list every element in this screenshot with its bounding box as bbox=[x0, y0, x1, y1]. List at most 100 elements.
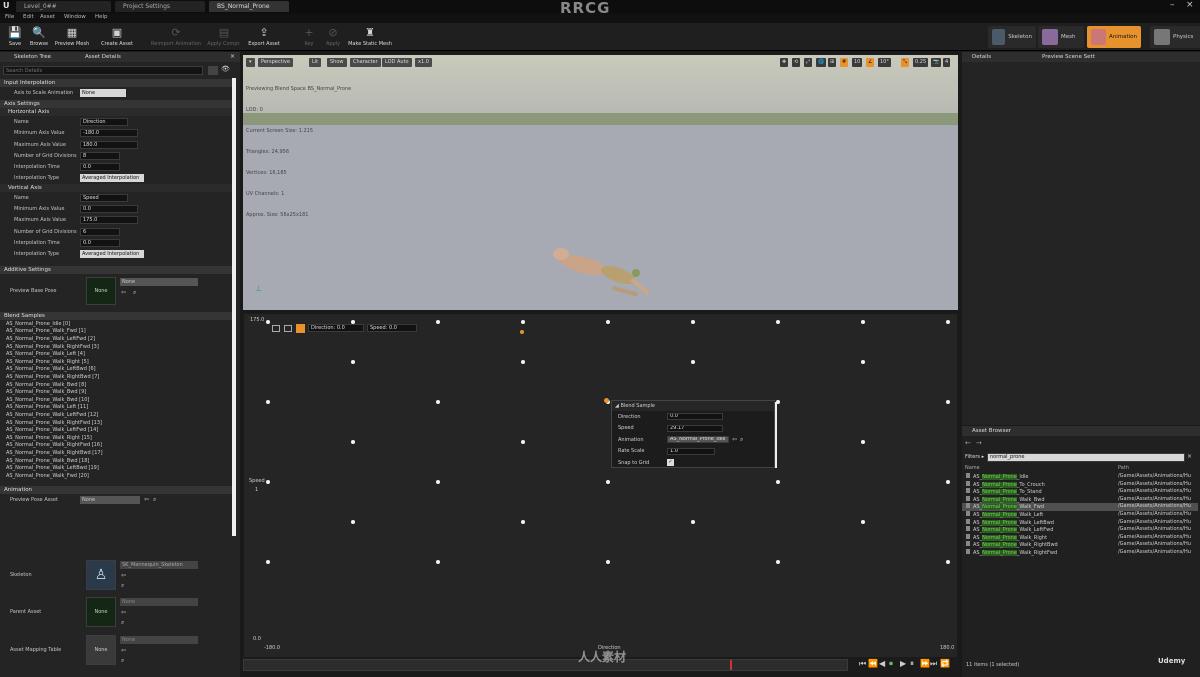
blend-sample-item[interactable]: AS_Normal_Prone_Walk_LeftFwd [2] bbox=[0, 336, 232, 344]
scale-snap-value[interactable]: 0.25 bbox=[913, 58, 929, 67]
grid-point[interactable] bbox=[521, 360, 525, 364]
blend-sample-item[interactable]: AS_Normal_Prone_Walk_LeftBwd [19] bbox=[0, 465, 232, 473]
grid-point[interactable] bbox=[691, 520, 695, 524]
grid-point[interactable] bbox=[436, 480, 440, 484]
grid-point[interactable] bbox=[606, 480, 610, 484]
rotate-icon[interactable]: ⟲ bbox=[792, 58, 801, 67]
grid-point[interactable] bbox=[266, 400, 270, 404]
mode-physics[interactable]: Physics bbox=[1150, 26, 1200, 48]
minimize-button[interactable]: – bbox=[1170, 0, 1175, 10]
world-icon[interactable]: 🌐 bbox=[816, 58, 827, 67]
reimport-button[interactable]: ⟳ Reimport Animation bbox=[148, 25, 204, 49]
asset-row[interactable]: AS_Normal_Prone_To_Crouch/Game/Assets/An… bbox=[962, 480, 1198, 489]
browse-button[interactable]: 🔍 Browse bbox=[24, 25, 54, 49]
grid-point[interactable] bbox=[436, 560, 440, 564]
asset-row[interactable]: AS_Normal_Prone_To_Stand/Game/Assets/Ani… bbox=[962, 488, 1198, 496]
grid-point[interactable] bbox=[521, 520, 525, 524]
grid-point[interactable] bbox=[351, 440, 355, 444]
grid-point[interactable] bbox=[606, 560, 610, 564]
blend-sample-item[interactable]: AS_Normal_Prone_Walk_Right [15] bbox=[0, 435, 232, 443]
use-arrow-icon[interactable]: ⇦ bbox=[121, 289, 126, 296]
browse-search-icon[interactable]: ⌕ bbox=[121, 619, 124, 627]
step-back-icon[interactable]: ⏪ bbox=[868, 659, 878, 668]
column-name-header[interactable]: Name bbox=[965, 465, 980, 471]
step-forward-icon[interactable]: ⏩ bbox=[920, 659, 930, 668]
blend-sample-item[interactable]: AS_Normal_Prone_Walk_RightBwd [7] bbox=[0, 374, 232, 382]
grid-point[interactable] bbox=[946, 480, 950, 484]
translate-icon[interactable]: ✥ bbox=[780, 58, 789, 67]
preview-mesh-button[interactable]: ▦ Preview Mesh bbox=[54, 25, 90, 49]
rotation-snap-icon[interactable]: ∠ bbox=[866, 58, 875, 67]
blend-sample-item[interactable]: AS_Normal_Prone_Walk_Bwd [10] bbox=[0, 397, 232, 405]
grid-point[interactable] bbox=[606, 320, 610, 324]
blend-sample-item[interactable]: AS_Normal_Prone_Walk_RightFwd [16] bbox=[0, 442, 232, 450]
menu-file[interactable]: File bbox=[5, 14, 14, 20]
menu-asset[interactable]: Asset bbox=[40, 14, 55, 20]
h-name-field[interactable]: Direction bbox=[80, 117, 128, 126]
parent-asset-thumb[interactable]: None bbox=[86, 597, 116, 627]
asset-row[interactable]: AS_Normal_Prone_Walk_LeftFwd/Game/Assets… bbox=[962, 526, 1198, 534]
grid-point[interactable] bbox=[351, 320, 355, 324]
skeleton-dropdown[interactable]: SK_Mannequin_Skeleton bbox=[120, 561, 198, 569]
filters-button[interactable]: Filters ▸ bbox=[965, 454, 984, 460]
mode-mesh[interactable]: Mesh bbox=[1038, 26, 1084, 48]
popup-direction-field[interactable]: 0.0 bbox=[667, 413, 723, 421]
popup-animation-dropdown[interactable]: AS_Normal_Prone_Idle bbox=[667, 436, 729, 444]
grid-point[interactable] bbox=[521, 440, 525, 444]
triangulation-icon[interactable] bbox=[284, 325, 292, 332]
section-axis-settings[interactable]: Axis Settings bbox=[0, 100, 232, 109]
asset-row[interactable]: AS_Normal_Prone_Walk_RightBwd/Game/Asset… bbox=[962, 541, 1198, 549]
h-max-field[interactable]: 180.0 bbox=[80, 140, 138, 149]
h-div-field[interactable]: 8 bbox=[80, 151, 120, 160]
grid-point[interactable] bbox=[861, 360, 865, 364]
browse-search-icon[interactable]: ⌕ bbox=[121, 582, 124, 590]
asset-row[interactable]: AS_Normal_Prone_Walk_Left/Game/Assets/An… bbox=[962, 510, 1198, 519]
popup-speed-field[interactable]: 29.17 bbox=[667, 424, 723, 432]
v-type-dropdown[interactable]: Averaged Interpolation bbox=[80, 250, 144, 259]
v-max-field[interactable]: 175.0 bbox=[80, 216, 138, 225]
grid-point[interactable] bbox=[351, 360, 355, 364]
viewport-menu-button[interactable]: ▾ bbox=[246, 58, 255, 67]
blend-sample-item[interactable]: AS_Normal_Prone_Walk_Fwd [1] bbox=[0, 328, 232, 336]
grid-point[interactable] bbox=[776, 560, 780, 564]
lod-button[interactable]: LOD Auto bbox=[382, 58, 412, 67]
blend-space-editor[interactable]: 175.0 Direction: 0.0 Speed: 0.0 Speed 1 … bbox=[243, 313, 958, 658]
grid-size-value[interactable]: 10 bbox=[852, 58, 863, 67]
grid-point[interactable] bbox=[776, 320, 780, 324]
browse-search-icon[interactable]: ⌕ bbox=[740, 436, 743, 444]
rotation-snap-value[interactable]: 10° bbox=[878, 58, 891, 67]
preview-cursor[interactable] bbox=[520, 330, 524, 334]
scale-icon[interactable]: ⤢ bbox=[804, 58, 813, 67]
details-search-input[interactable] bbox=[3, 66, 203, 75]
v-time-field[interactable]: 0.0 bbox=[80, 238, 120, 247]
asset-row[interactable]: AS_Normal_Prone_Walk_RightFwd/Game/Asset… bbox=[962, 548, 1198, 557]
preview-base-pose-thumb[interactable]: None bbox=[86, 276, 116, 305]
eye-icon[interactable]: 👁 bbox=[221, 65, 230, 73]
key-button[interactable]: + Key bbox=[296, 25, 322, 49]
blend-sample-item[interactable]: AS_Normal_Prone_Walk_RightFwd [13] bbox=[0, 420, 232, 428]
tab-project-settings[interactable]: Project Settings bbox=[115, 1, 205, 12]
grid-point[interactable] bbox=[691, 360, 695, 364]
grid-point[interactable] bbox=[351, 520, 355, 524]
asset-row[interactable]: AS_Normal_Prone_Walk_Right/Game/Assets/A… bbox=[962, 533, 1198, 542]
snap-checkbox[interactable]: ✓ bbox=[667, 459, 674, 467]
playback-speed-button[interactable]: x1.0 bbox=[415, 58, 432, 67]
close-tab-icon[interactable]: × bbox=[230, 53, 235, 60]
horizontal-axis-header[interactable]: Horizontal Axis bbox=[0, 108, 232, 117]
use-arrow-icon[interactable]: ⇦ bbox=[144, 496, 149, 503]
browse-search-icon[interactable]: ⌕ bbox=[153, 496, 156, 504]
axis-scale-dropdown[interactable]: None bbox=[80, 88, 126, 97]
blend-sample-item[interactable]: AS_Normal_Prone_Walk_LeftFwd [12] bbox=[0, 412, 232, 420]
column-path-header[interactable]: Path bbox=[1118, 465, 1129, 471]
blend-sample-item[interactable]: AS_Normal_Prone_Walk_Bwd [18] bbox=[0, 458, 232, 466]
v-div-field[interactable]: 6 bbox=[80, 227, 120, 236]
blend-sample-item[interactable]: AS_Normal_Prone_Walk_LeftFwd [14] bbox=[0, 427, 232, 435]
browse-search-icon[interactable]: ⌕ bbox=[121, 657, 124, 665]
timeline-track[interactable] bbox=[243, 659, 848, 671]
tab-blend-space[interactable]: BS_Normal_Prone bbox=[209, 1, 289, 12]
perspective-button[interactable]: Perspective bbox=[258, 58, 293, 67]
blend-sample-item[interactable]: AS_Normal_Prone_Walk_Bwd [8] bbox=[0, 382, 232, 390]
close-button[interactable]: × bbox=[1186, 0, 1194, 10]
animation-names-icon[interactable] bbox=[296, 324, 305, 333]
tab-skeleton-tree[interactable]: Skeleton Tree bbox=[14, 54, 51, 60]
